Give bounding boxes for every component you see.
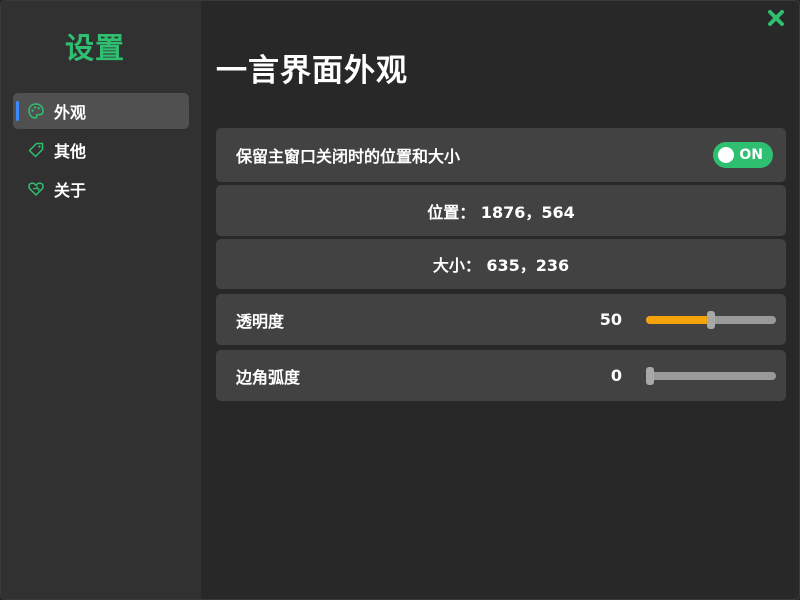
sidebar-item-other[interactable]: 其他 <box>13 132 189 168</box>
corner-radius-slider[interactable] <box>646 366 776 385</box>
remember-window-row: 保留主窗口关闭时的位置和大小 ON <box>216 128 786 182</box>
corner-radius-label: 边角弧度 <box>236 367 301 387</box>
sidebar-item-label: 关于 <box>54 181 87 200</box>
sidebar: 设置 外观 其他 关于 <box>1 1 201 599</box>
opacity-slider[interactable] <box>646 310 776 329</box>
palette-icon <box>27 102 45 120</box>
slider-fill <box>646 315 711 324</box>
settings-window: 设置 外观 其他 关于 一言界面外观 保留主窗口关闭时的位置和大小 ON 位置：… <box>0 0 800 600</box>
sidebar-item-appearance[interactable]: 外观 <box>13 93 189 129</box>
slider-thumb[interactable] <box>707 310 715 329</box>
sidebar-title: 设置 <box>64 31 125 65</box>
remember-window-toggle[interactable]: ON <box>713 142 773 168</box>
page-title: 一言界面外观 <box>216 53 408 89</box>
position-text: 位置： 1876，564 <box>427 202 575 222</box>
remember-window-label: 保留主窗口关闭时的位置和大小 <box>236 147 461 166</box>
toggle-label: ON <box>739 147 763 163</box>
opacity-value: 50 <box>599 310 622 329</box>
size-row: 大小： 635，236 <box>216 239 786 289</box>
close-button[interactable] <box>765 7 787 29</box>
sidebar-item-label: 外观 <box>54 103 87 122</box>
main-content: 一言界面外观 保留主窗口关闭时的位置和大小 ON 位置： 1876，564 大小… <box>201 1 799 599</box>
slider-thumb[interactable] <box>646 366 654 385</box>
tag-icon <box>27 141 45 159</box>
position-row: 位置： 1876，564 <box>216 185 786 236</box>
sidebar-item-about[interactable]: 关于 <box>13 171 189 207</box>
toggle-knob <box>718 147 734 163</box>
close-icon <box>767 9 785 27</box>
opacity-row: 透明度 50 <box>216 294 786 345</box>
size-text: 大小： 635，236 <box>432 256 570 275</box>
corner-radius-row: 边角弧度 0 <box>216 350 786 401</box>
corner-radius-value: 0 <box>610 366 622 385</box>
sidebar-item-label: 其他 <box>54 142 87 161</box>
opacity-label: 透明度 <box>236 311 285 331</box>
active-indicator <box>16 101 19 121</box>
heart-icon <box>27 180 45 198</box>
